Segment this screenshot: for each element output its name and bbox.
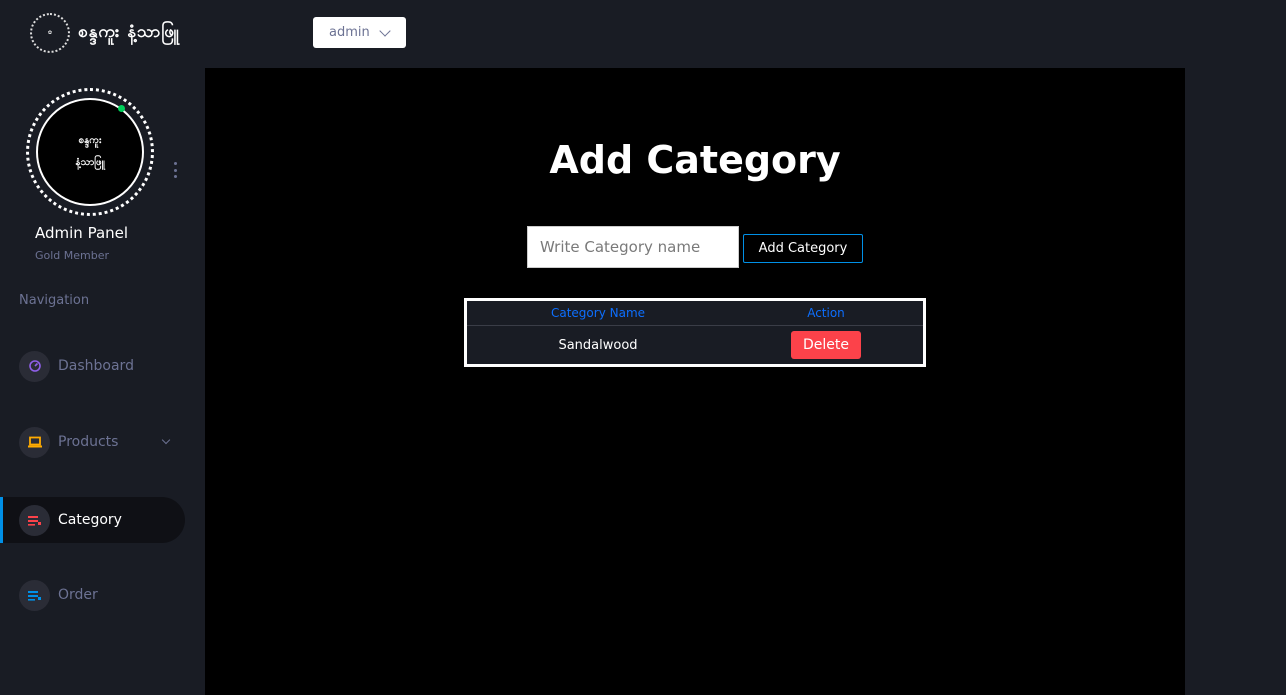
nav-caption: Navigation bbox=[19, 293, 90, 308]
sidebar-item-label: Category bbox=[58, 512, 122, 528]
sidebar-item-label: Order bbox=[58, 587, 98, 603]
online-status-dot bbox=[118, 105, 125, 112]
column-header-category-name: Category Name bbox=[550, 306, 646, 320]
brand-logo-icon: ✿ bbox=[30, 13, 70, 53]
avatar[interactable]: စန္ဒကူး နံ့သာဖြူ bbox=[24, 86, 156, 218]
playlist-icon bbox=[19, 504, 50, 536]
sidebar-item-order[interactable]: Order bbox=[0, 572, 185, 618]
avatar-text-line2: နံ့သာဖြူ bbox=[75, 157, 105, 168]
sidebar-item-products[interactable]: Products bbox=[0, 419, 185, 465]
table-row: Sandalwood Delete bbox=[467, 326, 923, 364]
top-navbar: ✿ စန္ဒကူး နံ့သာဖြူ admin bbox=[0, 0, 1286, 68]
list-icon bbox=[19, 579, 50, 611]
category-name-input[interactable] bbox=[527, 226, 739, 268]
chevron-down-icon bbox=[379, 25, 391, 37]
laptop-icon bbox=[19, 426, 50, 458]
avatar-logo: စန္ဒကူး နံ့သာဖြူ bbox=[36, 98, 144, 206]
right-panel bbox=[1185, 68, 1286, 695]
sidebar-item-label: Dashboard bbox=[58, 358, 134, 374]
page-title: Add Category bbox=[549, 138, 841, 182]
main-content: Add Category Add Category Category Name … bbox=[205, 68, 1185, 695]
speedometer-icon bbox=[19, 350, 50, 382]
action-cell: Delete bbox=[729, 326, 923, 364]
avatar-text-line1: စန္ဒကူး bbox=[78, 135, 102, 146]
profile-level: Gold Member bbox=[35, 249, 110, 262]
column-header-action: Action bbox=[807, 306, 845, 320]
more-vertical-icon[interactable] bbox=[174, 162, 178, 178]
user-select-value: admin bbox=[329, 25, 370, 40]
category-table: Category Name Action Sandalwood Delete bbox=[464, 298, 926, 367]
user-select[interactable]: admin bbox=[313, 17, 406, 48]
sidebar-item-label: Products bbox=[58, 434, 119, 450]
chevron-down-icon bbox=[161, 435, 171, 445]
brand-name: စန္ဒကူး နံ့သာဖြူ bbox=[78, 21, 180, 42]
sidebar-item-dashboard[interactable]: Dashboard bbox=[0, 343, 185, 389]
category-name-cell: Sandalwood bbox=[558, 337, 638, 353]
brand[interactable]: ✿ စန္ဒကူး နံ့သာဖြူ bbox=[30, 12, 180, 54]
table-header: Category Name Action bbox=[467, 301, 923, 326]
sidebar-item-category[interactable]: Category bbox=[0, 497, 185, 543]
sidebar: စန္ဒကူး နံ့သာဖြူ Admin Panel Gold Member… bbox=[0, 68, 205, 695]
delete-button[interactable]: Delete bbox=[791, 331, 861, 359]
add-category-button[interactable]: Add Category bbox=[743, 234, 863, 263]
profile-name: Admin Panel bbox=[35, 224, 129, 242]
